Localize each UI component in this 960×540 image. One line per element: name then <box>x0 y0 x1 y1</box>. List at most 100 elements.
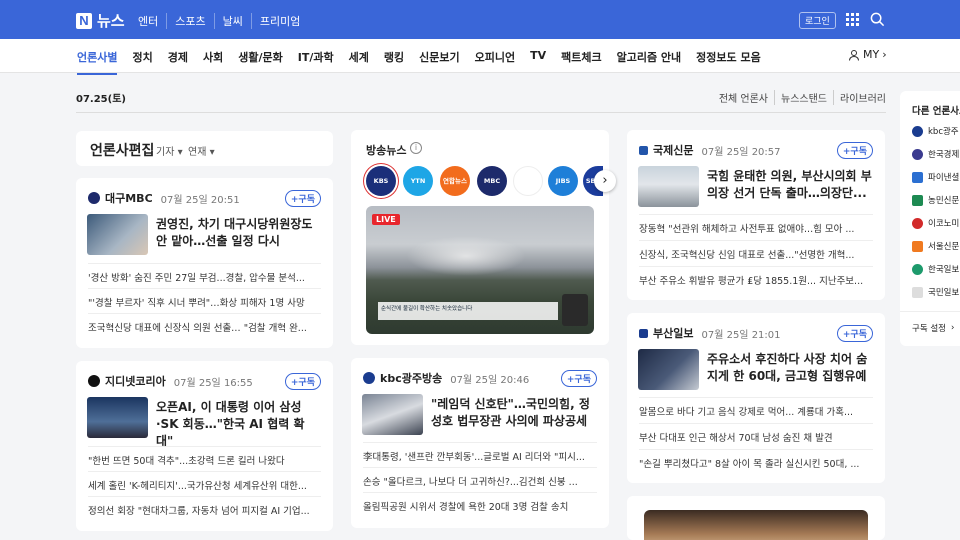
subscribe-button[interactable]: +구독 <box>836 142 873 159</box>
live-video[interactable]: LIVE 순식간에 불길이 확산하는 치솟았습니다 <box>366 206 594 334</box>
broadcast-logo[interactable]: KBS NEWS <box>366 166 396 215</box>
article-link[interactable]: 올림픽공원 시위서 경찰에 욕한 20대 3명 검찰 송치 <box>363 492 597 513</box>
category-tab[interactable]: 오피니언 <box>475 49 515 75</box>
headline[interactable]: 국힘 윤태한 의원, 부산시의회 부의장 선거 단독 출마…의장단... <box>707 168 875 202</box>
other-press-panel: 다른 언론사보기 kbc광주 한국경제 파이낸셜 농민신문 이코노미 서울신문 … <box>900 91 960 346</box>
category-tab[interactable]: 신문보기 <box>419 49 459 75</box>
article-link[interactable]: 부산 다대포 인근 해상서 70대 남성 숨진 채 발견 <box>639 423 873 444</box>
chevron-right-icon[interactable]: › <box>594 170 616 192</box>
link-all-press[interactable]: 전체 언론사 <box>719 90 768 105</box>
article-link[interactable]: '경산 방화' 숨진 주민 27일 부검...경찰, 압수물 분석... <box>88 263 321 284</box>
subscribe-button[interactable]: +구독 <box>560 370 597 387</box>
category-tab[interactable]: 사회 <box>203 49 223 75</box>
category-tab[interactable]: 정치 <box>132 49 152 75</box>
article-link[interactable]: "'경찰 부르자' 직후 시너 뿌려"…화상 피해자 1명 사망 <box>88 288 321 309</box>
article-thumbnail[interactable] <box>638 349 699 390</box>
article-link[interactable]: 손승 "올다르크, 나보다 더 고귀하신?...김건희 신붕 ... <box>363 467 597 488</box>
filter-series[interactable]: 연재 ▾ <box>188 143 215 158</box>
article-link[interactable]: 李대통령, '샌프란 깐부회동'...글로벌 AI 리더와 "피시... <box>363 442 597 463</box>
category-tab[interactable]: 언론사별 <box>77 49 118 75</box>
press-source[interactable]: 대구MBC 07월 25일 20:51 <box>88 190 240 206</box>
search-icon[interactable] <box>870 12 885 27</box>
other-press-item[interactable]: kbc광주 <box>912 125 959 137</box>
article-link[interactable]: 세계 홀린 'K-헤리티지'...국가유산청 세계유산위 대한... <box>88 471 321 492</box>
headline[interactable]: "레임덕 신호탄"…국민의힘, 정성호 법무장관 사의에 파상공세 <box>431 396 599 430</box>
news-caption: 순식간에 불길이 확산하는 치솟았습니다 <box>378 302 558 320</box>
other-press-item[interactable]: 서울신문 <box>912 240 959 252</box>
other-press-item[interactable]: 파이낸셜 <box>912 171 959 183</box>
category-tab[interactable]: 팩트체크 <box>561 49 601 75</box>
headline[interactable]: 주유소서 후진하다 사장 치어 숨지게 한 60대, 금고형 집행유예 <box>707 351 875 385</box>
other-press-item[interactable]: 한국일보 <box>912 263 959 275</box>
article-thumbnail[interactable] <box>87 397 148 438</box>
other-press-title: 다른 언론사보기 <box>912 106 960 117</box>
press-source[interactable]: 지디넷코리아 07월 25일 16:55 <box>88 373 253 389</box>
press-logo-icon <box>88 375 100 387</box>
filter-reporter[interactable]: 기자 ▾ <box>156 143 183 158</box>
article-link[interactable]: "손길 뿌리쳤다고" 8살 아이 목 졸라 실신시킨 50대, ... <box>639 449 873 470</box>
headline[interactable]: 권영진, 차기 대구시당위원장도 안 맡아…선출 일정 다시 <box>156 216 321 250</box>
broadcast-logo[interactable]: MBC NEWS <box>477 166 507 215</box>
category-tab[interactable]: 알고리즘 안내 <box>617 49 682 75</box>
my-button[interactable]: MY › <box>848 48 887 61</box>
broadcast-logo[interactable] <box>513 166 543 196</box>
broadcast-logo[interactable]: 연합뉴스TV <box>440 166 470 215</box>
link-library[interactable]: 라이브러리 <box>833 90 886 105</box>
category-tab[interactable]: 정정보도 모음 <box>696 49 761 75</box>
top-nav-weather[interactable]: 날씨 <box>213 13 251 29</box>
category-tab[interactable]: IT/과학 <box>298 49 334 75</box>
subscribe-button[interactable]: +구독 <box>284 373 321 390</box>
broadcast-title: 방송뉴스 <box>366 144 407 157</box>
apps-grid-icon[interactable] <box>846 13 859 26</box>
category-tab[interactable]: 세계 <box>349 49 369 75</box>
press-logo-icon <box>912 194 923 206</box>
article-link[interactable]: 알몸으로 바다 기고 음식 강제로 먹어... 계룡대 가혹... <box>639 397 873 418</box>
broadcast-logo[interactable]: YTN <box>403 166 433 196</box>
smoke <box>406 236 526 276</box>
press-source[interactable]: 부산일보 07월 25일 21:01 <box>639 325 781 341</box>
link-newsstand[interactable]: 뉴스스탠드 <box>774 90 827 105</box>
section-header: 언론사편집 기자 ▾ 연재 ▾ <box>76 131 333 166</box>
other-press-item[interactable]: 이코노미 <box>912 217 959 229</box>
broadcast-news-card: 방송뉴스 i KBS NEWS YTN 연합뉴스TV MBC NEWS JIBS… <box>351 130 616 345</box>
article-thumbnail[interactable] <box>87 214 148 255</box>
article-thumbnail[interactable] <box>638 166 699 207</box>
top-nav: 엔터 스포츠 날씨 프리미엄 <box>138 13 308 29</box>
subscription-settings-link[interactable]: 구독 설정 › <box>912 322 954 334</box>
other-press-item[interactable]: 국민일보 <box>912 286 959 298</box>
article-thumbnail[interactable] <box>362 394 423 435</box>
info-icon[interactable]: i <box>410 142 422 154</box>
press-logo-icon <box>912 171 923 183</box>
divider <box>900 311 960 312</box>
article-link[interactable]: 조국혁신당 대표에 신장식 의원 선출… "검찰 개혁 완... <box>88 313 321 334</box>
category-tab[interactable]: TV <box>530 49 546 75</box>
category-nav: 언론사별 정치 경제 사회 생활/문화 IT/과학 세계 랭킹 신문보기 오피니언 TV 팩트체크 알고… <box>0 39 960 75</box>
article-link[interactable]: 장동혁 "선관위 해체하고 사전투표 없애야...힘 모아 ... <box>639 214 873 235</box>
press-source[interactable]: kbc광주방송 07월 25일 20:46 <box>363 370 529 386</box>
broadcast-logo[interactable]: JIBS NEWS <box>548 166 578 215</box>
article-link[interactable]: 부산 주유소 휘발유 평균가 ₤당 1855.1원... 지난주보... <box>639 266 873 287</box>
category-tab[interactable]: 경제 <box>168 49 188 75</box>
article-link[interactable]: 정의선 회장 "현대차그룹, 자동차 넘어 피지컬 AI 기업... <box>88 496 321 517</box>
press-logo-icon <box>912 263 923 275</box>
subscribe-button[interactable]: +구독 <box>284 190 321 207</box>
top-nav-sports[interactable]: 스포츠 <box>166 13 213 29</box>
press-card-zdnet: 지디넷코리아 07월 25일 16:55 +구독 오픈AI, 이 대통령 이어 삼… <box>76 361 333 531</box>
category-tab[interactable]: 생활/문화 <box>238 49 283 75</box>
article-thumbnail[interactable] <box>644 510 868 540</box>
divider <box>76 112 886 113</box>
login-button[interactable]: 로그인 <box>799 12 836 29</box>
other-press-item[interactable]: 농민신문 <box>912 194 959 206</box>
press-card-kookje: 국제신문 07월 25일 20:57 +구독 국힘 윤태한 의원, 부산시의회 부… <box>627 130 885 300</box>
top-nav-entertain[interactable]: 엔터 <box>138 13 166 29</box>
article-link[interactable]: 신장식, 조국혁신당 신임 대표로 선출..."선명한 개혁... <box>639 240 873 261</box>
top-bar: N 뉴스 엔터 스포츠 날씨 프리미엄 로그인 <box>0 0 960 39</box>
category-tab[interactable]: 랭킹 <box>384 49 404 75</box>
press-source[interactable]: 국제신문 07월 25일 20:57 <box>639 142 781 158</box>
naver-news-logo[interactable]: N 뉴스 <box>76 10 125 31</box>
article-link[interactable]: "한번 뜨면 50대 격추"...초강력 드론 킬러 나왔다 <box>88 446 321 467</box>
top-nav-premium[interactable]: 프리미엄 <box>250 13 308 29</box>
headline[interactable]: 오픈AI, 이 대통령 이어 삼성·SK 회동…"한국 AI 협력 확대" <box>156 399 321 450</box>
other-press-item[interactable]: 한국경제 <box>912 148 959 160</box>
subscribe-button[interactable]: +구독 <box>836 325 873 342</box>
